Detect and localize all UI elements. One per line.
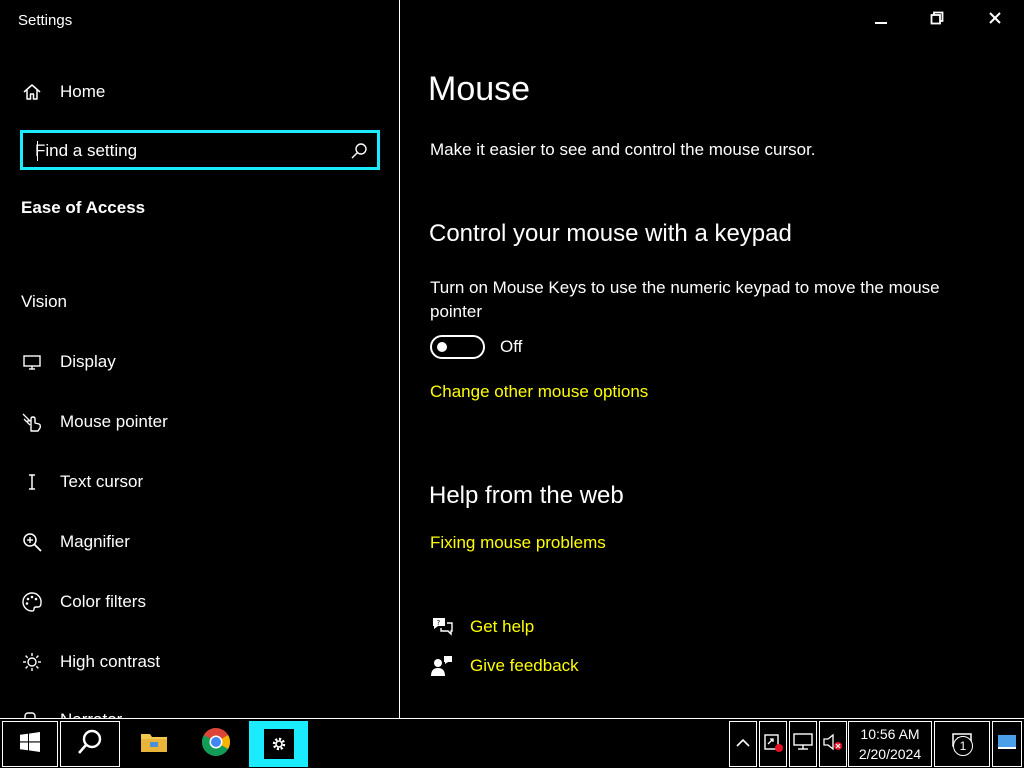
sidebar-item-high-contrast[interactable]: High contrast bbox=[20, 647, 160, 677]
file-explorer-button[interactable] bbox=[124, 721, 184, 767]
taskbar: 10:56 AM 2/20/2024 bbox=[0, 718, 1024, 768]
chrome-button[interactable] bbox=[186, 721, 246, 767]
sidebar-item-text-cursor[interactable]: Text cursor bbox=[20, 467, 143, 497]
feedback-icon bbox=[430, 654, 454, 678]
network-icon bbox=[792, 732, 814, 757]
page-description: Make it easier to see and control the mo… bbox=[430, 140, 816, 159]
minimize-icon bbox=[874, 11, 888, 30]
group-title-vision: Vision bbox=[21, 292, 67, 311]
search-box[interactable] bbox=[20, 130, 380, 170]
display-icon bbox=[20, 350, 44, 374]
sidebar-item-mouse-pointer[interactable]: Mouse pointer bbox=[20, 407, 168, 437]
start-button[interactable] bbox=[2, 721, 58, 767]
change-other-mouse-options-link[interactable]: Change other mouse options bbox=[430, 382, 648, 402]
sidebar-item-label: Color filters bbox=[60, 592, 146, 611]
restore-icon bbox=[930, 11, 944, 30]
search-icon[interactable] bbox=[349, 141, 369, 161]
restore-button[interactable] bbox=[909, 0, 965, 40]
clock-time: 10:56 AM bbox=[860, 726, 920, 742]
chrome-icon bbox=[201, 727, 231, 762]
page-title: Mouse bbox=[428, 70, 531, 108]
text-cursor-icon bbox=[20, 470, 44, 494]
get-help-link[interactable]: Get help bbox=[470, 617, 534, 637]
mouse-pointer-icon bbox=[20, 410, 44, 434]
help-heading: Help from the web bbox=[429, 482, 624, 509]
chevron-up-icon bbox=[736, 735, 750, 753]
windows-logo-icon bbox=[20, 731, 40, 757]
tray-app-icon bbox=[762, 731, 784, 758]
sidebar-item-label: Mouse pointer bbox=[60, 412, 168, 431]
mouse-keys-description: Turn on Mouse Keys to use the numeric ke… bbox=[430, 278, 940, 321]
settings-taskbar-button[interactable] bbox=[249, 721, 308, 767]
close-button[interactable] bbox=[967, 0, 1023, 40]
get-help-icon: ? bbox=[430, 615, 454, 639]
tray-app-button[interactable] bbox=[759, 721, 787, 767]
give-feedback-link[interactable]: Give feedback bbox=[470, 656, 579, 676]
sidebar-item-label: Narrator bbox=[60, 710, 122, 718]
search-icon bbox=[76, 728, 104, 761]
clock-date: 2/20/2024 bbox=[858, 746, 922, 762]
desktop-icon bbox=[997, 734, 1017, 755]
magnifier-icon bbox=[20, 530, 44, 554]
keypad-heading: Control your mouse with a keypad bbox=[429, 220, 792, 247]
get-help-row[interactable]: ? Get help bbox=[430, 615, 534, 639]
sidebar-item-label: Text cursor bbox=[60, 472, 144, 491]
notification-count-badge: 1 bbox=[953, 736, 973, 756]
section-title: Ease of Access bbox=[21, 198, 146, 217]
app-title: Settings bbox=[18, 12, 73, 29]
sidebar: Settings Home Ease of Access Vision Disp… bbox=[0, 0, 400, 718]
give-feedback-row[interactable]: Give feedback bbox=[430, 654, 579, 678]
sidebar-item-magnifier[interactable]: Magnifier bbox=[20, 527, 130, 557]
sidebar-item-color-filters[interactable]: Color filters bbox=[20, 587, 146, 617]
mouse-keys-state: Off bbox=[500, 337, 523, 356]
home-icon bbox=[20, 80, 44, 104]
volume-muted-icon bbox=[822, 732, 844, 757]
sidebar-item-label: Magnifier bbox=[60, 532, 130, 551]
high-contrast-icon bbox=[20, 650, 44, 674]
volume-button[interactable] bbox=[819, 721, 847, 767]
search-input[interactable] bbox=[35, 139, 335, 163]
nav-home-label: Home bbox=[60, 82, 106, 101]
toggle-knob bbox=[437, 342, 447, 352]
sidebar-item-narrator[interactable]: Narrator bbox=[20, 705, 122, 718]
clock[interactable]: 10:56 AM 2/20/2024 bbox=[848, 721, 932, 767]
svg-text:?: ? bbox=[437, 619, 441, 627]
search-taskbar-button[interactable] bbox=[60, 721, 120, 767]
main-content: Mouse Make it easier to see and control … bbox=[401, 0, 1024, 718]
sidebar-item-display[interactable]: Display bbox=[20, 347, 116, 377]
show-desktop-button[interactable] bbox=[992, 721, 1022, 767]
sidebar-item-label: High contrast bbox=[60, 652, 161, 671]
sidebar-item-label: Display bbox=[60, 352, 116, 371]
file-explorer-icon bbox=[140, 730, 168, 759]
show-hidden-icons-button[interactable] bbox=[729, 721, 757, 767]
settings-window: Settings Home Ease of Access Vision Disp… bbox=[0, 0, 1024, 718]
mouse-keys-toggle[interactable] bbox=[430, 335, 485, 359]
fixing-mouse-problems-link[interactable]: Fixing mouse problems bbox=[430, 533, 606, 553]
network-button[interactable] bbox=[789, 721, 817, 767]
nav-home[interactable]: Home bbox=[20, 77, 105, 107]
narrator-icon bbox=[20, 708, 44, 718]
minimize-button[interactable] bbox=[853, 0, 909, 40]
close-icon bbox=[988, 11, 1002, 30]
color-filters-icon bbox=[20, 590, 44, 614]
gear-icon bbox=[263, 729, 294, 759]
